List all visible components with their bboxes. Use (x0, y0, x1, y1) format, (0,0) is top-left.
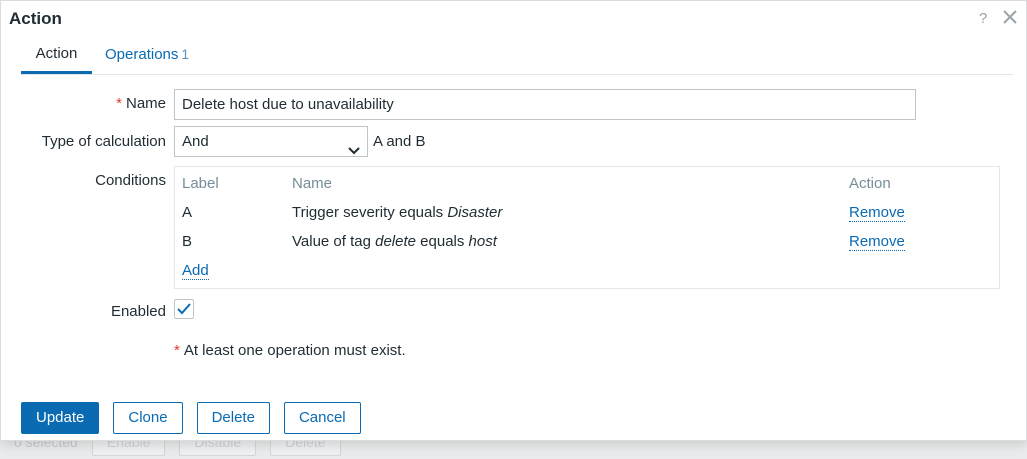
name-label: * Name (116, 95, 166, 112)
tab-action-label: Action (35, 45, 78, 62)
update-button[interactable]: Update (21, 402, 100, 434)
tab-operations[interactable]: Operations 1 (105, 37, 189, 71)
check-icon (177, 303, 191, 315)
required-asterisk: * (116, 95, 122, 112)
validation-note: * At least one operation must exist. (174, 342, 406, 359)
name-label-text: Name (125, 95, 166, 112)
clone-button[interactable]: Clone (113, 402, 183, 434)
condition-a-value: Disaster (447, 204, 503, 221)
note-text: At least one operation must exist. (183, 342, 406, 359)
condition-a-text: Trigger severity equals (292, 204, 448, 221)
tab-bar: Action Operations 1 (21, 37, 1013, 75)
close-icon[interactable] (1003, 10, 1019, 26)
tab-operations-label: Operations (105, 46, 179, 63)
column-header-name: Name (292, 175, 333, 192)
calc-type-value: And (182, 133, 209, 150)
dialog-footer: Update Clone Delete Cancel (21, 402, 361, 434)
condition-a-name: Trigger severity equals Disaster (292, 204, 502, 221)
enabled-label: Enabled (110, 303, 166, 320)
name-input[interactable] (174, 89, 916, 120)
cancel-button[interactable]: Cancel (283, 402, 361, 434)
condition-b-value: host (468, 233, 497, 250)
condition-b-label: B (182, 233, 193, 250)
condition-b-tag: delete (375, 233, 416, 250)
column-header-action: Action (849, 175, 891, 192)
delete-button[interactable]: Delete (196, 402, 270, 434)
help-icon[interactable]: ? (979, 10, 987, 27)
note-asterisk: * (174, 342, 180, 359)
conditions-label: Conditions (95, 172, 166, 189)
action-dialog: Action ? Action Operations1 *Name Type o… (0, 0, 1027, 441)
calc-label: Type of calculation (41, 133, 166, 150)
condition-a-label: A (182, 204, 193, 221)
conditions-table: Label Name Action A Trigger severity equ… (174, 166, 1000, 289)
condition-b-name: Value of tag delete equals host (292, 233, 497, 250)
operations-count-badge: 1 (181, 46, 190, 62)
enabled-checkbox[interactable] (174, 299, 194, 319)
remove-condition-b-link[interactable]: Remove (849, 233, 905, 251)
dialog-title: Action (9, 9, 62, 28)
tab-action[interactable]: Action (21, 37, 92, 74)
condition-b-text-mid: equals (416, 233, 469, 250)
calc-type-select[interactable]: And (174, 126, 368, 157)
calc-expression: A and B (373, 133, 426, 150)
condition-b-text: Value of tag (292, 233, 376, 250)
column-header-label: Label (182, 175, 219, 192)
add-condition-link[interactable]: Add (182, 262, 209, 280)
chevron-down-icon (348, 136, 360, 165)
remove-condition-a-link[interactable]: Remove (849, 204, 905, 222)
